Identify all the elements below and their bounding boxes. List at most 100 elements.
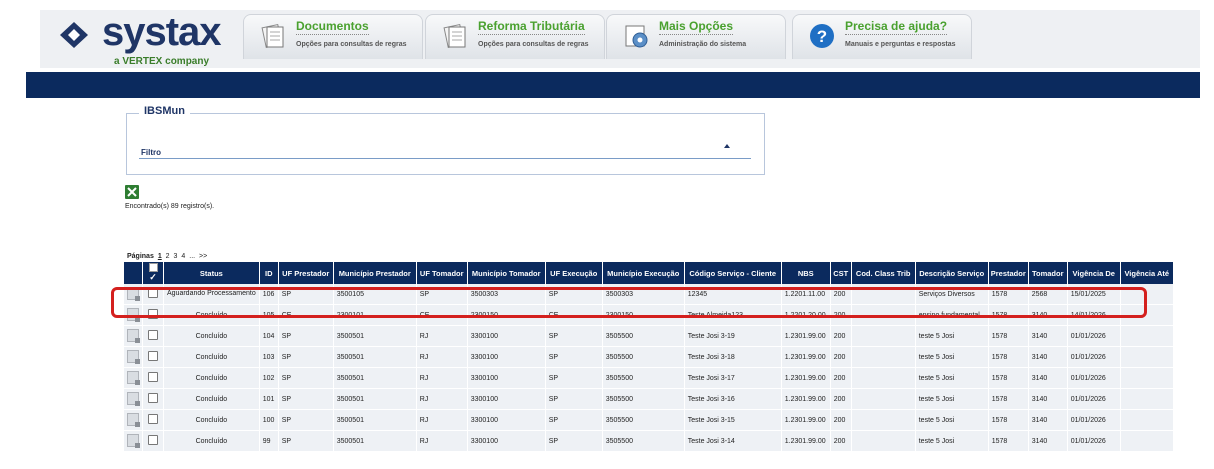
status-cell: Concluído	[164, 347, 260, 368]
header-vigencia-ate[interactable]: Vigência Até	[1120, 262, 1173, 284]
cod-class-trib-cell	[851, 389, 915, 410]
prestador-cell: 1578	[988, 326, 1028, 347]
page-link-2[interactable]: 2	[166, 253, 170, 260]
page-link-next[interactable]: >>	[199, 253, 207, 260]
tomador-cell: 3140	[1028, 368, 1067, 389]
document-edit-icon[interactable]	[127, 329, 139, 342]
header-status[interactable]: Status	[164, 262, 260, 284]
nbs-cell: 1.2301.99.00	[781, 410, 830, 431]
main-menu-bar	[26, 72, 1200, 98]
uf-prestador-cell: SP	[278, 326, 333, 347]
row-checkbox[interactable]	[148, 372, 158, 382]
header-uf-tomador[interactable]: UF Tomador	[416, 262, 467, 284]
svg-text:?: ?	[817, 27, 827, 46]
header-prestador[interactable]: Prestador	[988, 262, 1028, 284]
page-link-4[interactable]: 4	[181, 253, 185, 260]
header-select-all[interactable]: ✓	[143, 262, 164, 284]
municipio-execucao-cell: 3505500	[602, 368, 684, 389]
collapse-arrow-icon[interactable]	[724, 144, 730, 148]
nav-reforma-subtitle: Opções para consultas de regras	[478, 41, 589, 48]
descricao-servico-cell: teste 5 Josi	[915, 347, 988, 368]
table-row[interactable]: Concluído 103 SP 3500501 RJ 3300100 SP 3…	[124, 347, 1173, 368]
header-cst[interactable]: CST	[830, 262, 851, 284]
status-cell: Concluído	[164, 368, 260, 389]
nav-documentos[interactable]: Documentos Opções para consultas de regr…	[243, 14, 423, 59]
page-link-more[interactable]: ...	[189, 253, 195, 260]
excel-export-icon[interactable]	[125, 185, 139, 199]
vigencia-ate-cell	[1120, 347, 1173, 368]
header-codigo-servico[interactable]: Código Serviço - Cliente	[684, 262, 781, 284]
row-checkbox[interactable]	[148, 393, 158, 403]
pagination: Páginas 1 2 3 4 ... >>	[127, 253, 207, 260]
logo-diamond-icon	[58, 20, 98, 50]
filter-divider	[139, 158, 751, 159]
header-uf-prestador[interactable]: UF Prestador	[278, 262, 333, 284]
cod-class-trib-cell	[851, 347, 915, 368]
row-checkbox[interactable]	[148, 435, 158, 445]
row-checkbox[interactable]	[148, 414, 158, 424]
tomador-cell: 3140	[1028, 389, 1067, 410]
brand-tagline: a VERTEX company	[114, 56, 209, 67]
table-row[interactable]: Concluído 99 SP 3500501 RJ 3300100 SP 35…	[124, 431, 1173, 452]
id-cell: 104	[259, 326, 278, 347]
header-action	[124, 262, 143, 284]
page-link-3[interactable]: 3	[174, 253, 178, 260]
cst-cell: 200	[830, 326, 851, 347]
nav-mais-opcoes[interactable]: Mais Opções Administração do sistema	[606, 14, 786, 59]
nav-reforma-tributaria[interactable]: Reforma Tributária Opções para consultas…	[425, 14, 605, 59]
row-select-cell	[143, 431, 164, 452]
select-all-checkbox[interactable]	[149, 263, 158, 272]
codigo-servico-cell: Teste Josi 3-17	[684, 368, 781, 389]
header-nbs[interactable]: NBS	[781, 262, 830, 284]
nbs-cell: 1.2301.99.00	[781, 326, 830, 347]
table-row[interactable]: Concluído 102 SP 3500501 RJ 3300100 SP 3…	[124, 368, 1173, 389]
document-edit-icon[interactable]	[127, 434, 139, 447]
table-row[interactable]: Concluído 104 SP 3500501 RJ 3300100 SP 3…	[124, 326, 1173, 347]
pagination-label: Páginas	[127, 253, 154, 260]
header-descricao-servico[interactable]: Descrição Serviço	[915, 262, 988, 284]
table-row[interactable]: Concluído 100 SP 3500501 RJ 3300100 SP 3…	[124, 410, 1173, 431]
row-checkbox[interactable]	[148, 351, 158, 361]
header-vigencia-de[interactable]: Vigência De	[1067, 262, 1120, 284]
vigencia-ate-cell	[1120, 410, 1173, 431]
prestador-cell: 1578	[988, 347, 1028, 368]
uf-tomador-cell: RJ	[416, 326, 467, 347]
uf-prestador-cell: SP	[278, 410, 333, 431]
descricao-servico-cell: teste 5 Josi	[915, 410, 988, 431]
vigencia-ate-cell	[1120, 389, 1173, 410]
page-link-1[interactable]: 1	[158, 253, 162, 260]
nav-ajuda[interactable]: ? Precisa de ajuda? Manuais e perguntas …	[792, 14, 972, 59]
header-municipio-tomador[interactable]: Município Tomador	[467, 262, 545, 284]
tomador-cell: 3140	[1028, 326, 1067, 347]
header-id[interactable]: ID	[259, 262, 278, 284]
vigencia-de-cell: 01/01/2026	[1067, 347, 1120, 368]
document-edit-icon[interactable]	[127, 371, 139, 384]
document-edit-icon[interactable]	[127, 413, 139, 426]
nav-reforma-title: Reforma Tributária	[478, 19, 585, 35]
header-tomador[interactable]: Tomador	[1028, 262, 1067, 284]
vigencia-de-cell: 01/01/2026	[1067, 368, 1120, 389]
document-edit-icon[interactable]	[127, 350, 139, 363]
table-row[interactable]: Concluído 101 SP 3500501 RJ 3300100 SP 3…	[124, 389, 1173, 410]
municipio-execucao-cell: 3505500	[602, 431, 684, 452]
filter-toggle-label[interactable]: Filtro	[141, 148, 161, 157]
row-action-cell	[124, 410, 143, 431]
municipio-prestador-cell: 3500501	[333, 431, 416, 452]
systax-logo[interactable]: systax a VERTEX company	[58, 12, 218, 70]
row-action-cell	[124, 389, 143, 410]
row-checkbox[interactable]	[148, 330, 158, 340]
brand-name: systax	[102, 10, 221, 55]
row-action-cell	[124, 368, 143, 389]
row-select-cell	[143, 389, 164, 410]
nav-ajuda-subtitle: Manuais e perguntas e respostas	[845, 41, 955, 48]
uf-prestador-cell: SP	[278, 347, 333, 368]
municipio-prestador-cell: 3500501	[333, 347, 416, 368]
document-edit-icon[interactable]	[127, 392, 139, 405]
header-uf-execucao[interactable]: UF Execução	[545, 262, 602, 284]
header-municipio-prestador[interactable]: Município Prestador	[333, 262, 416, 284]
uf-prestador-cell: SP	[278, 389, 333, 410]
header-municipio-execucao[interactable]: Município Execução	[602, 262, 684, 284]
header-cod-class-trib[interactable]: Cod. Class Trib	[851, 262, 915, 284]
tomador-cell: 3140	[1028, 410, 1067, 431]
nav-documentos-title: Documentos	[296, 19, 369, 35]
